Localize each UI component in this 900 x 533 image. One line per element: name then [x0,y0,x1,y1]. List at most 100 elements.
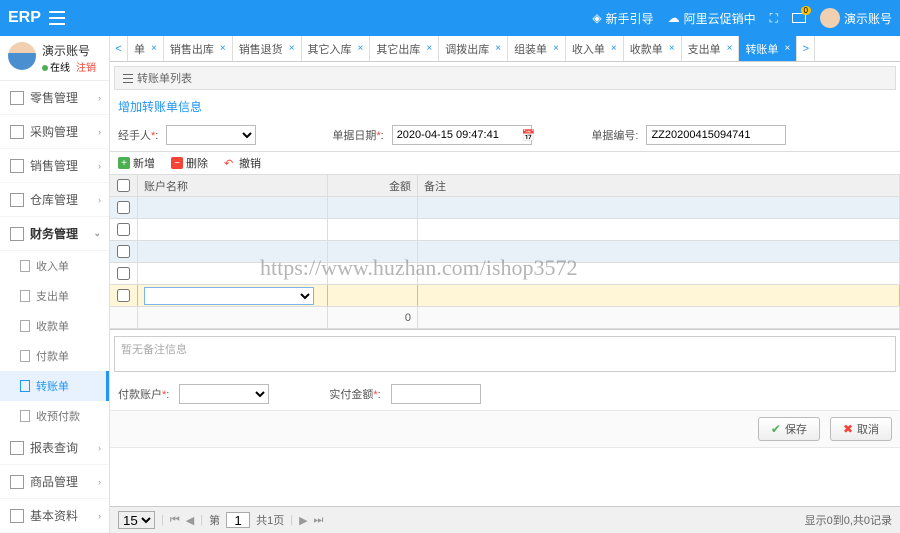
file-icon [20,410,30,422]
sidebar-item-finance[interactable]: 财务管理 ⌄ [0,217,109,251]
tab-other-in[interactable]: 其它入库 × [302,36,371,61]
chevron-right-icon: › [98,161,101,171]
sub-payment[interactable]: 付款单 [0,341,109,371]
tab-label: 其它入库 [308,41,352,57]
next-page-button[interactable]: ▶ [299,514,307,527]
sidebar-item-basic[interactable]: 基本资料› [0,499,109,533]
cancel-button[interactable]: ✖取消 [830,417,892,441]
cloud-icon: ☁ [668,11,680,25]
sub-expense[interactable]: 支出单 [0,281,109,311]
tab-receipt[interactable]: 收款单 × [624,36,682,61]
grid-row[interactable] [110,263,900,285]
billno-input[interactable] [646,125,786,145]
close-icon[interactable]: × [784,43,790,54]
sub-prepay[interactable]: 收预付款 [0,401,109,431]
undo-button[interactable]: ↶撤销 [224,155,261,171]
user-avatar-icon [8,42,36,70]
actual-amount-input[interactable] [391,384,481,404]
close-icon[interactable]: × [289,43,295,54]
payacct-label: 付款账户*: [118,386,169,402]
row-checkbox[interactable] [117,245,130,258]
page-size-select[interactable]: 15 [118,511,155,529]
operator-label: 经手人*: [118,127,158,143]
sidebar-item-warehouse[interactable]: 仓库管理› [0,183,109,217]
row-checkbox[interactable] [117,201,130,214]
delete-button[interactable]: −删除 [171,155,208,171]
cloud-promo-link[interactable]: ☁阿里云促销中 [668,10,756,27]
first-page-button[interactable]: ⏮ [170,514,180,527]
tab-sales-return[interactable]: 销售退货× [233,36,302,61]
menu-label: 商品管理 [30,473,78,490]
tab-0[interactable]: 单× [128,36,164,61]
close-icon[interactable]: × [151,43,157,54]
fullscreen-button[interactable]: ⛶ [770,11,778,26]
close-icon[interactable]: × [611,43,617,54]
sidebar-username: 演示账号 [42,42,96,59]
mail-button[interactable]: 0 [792,13,806,23]
save-button[interactable]: ✔保存 [758,417,820,441]
sub-label: 支出单 [36,288,69,304]
close-icon[interactable]: × [358,43,364,54]
close-icon[interactable]: × [727,43,733,54]
menu-toggle-icon[interactable] [49,11,65,25]
chevron-down-icon: ⌄ [93,228,101,239]
sidebar-item-sales[interactable]: 销售管理› [0,149,109,183]
calendar-icon[interactable]: 📅 [522,129,536,142]
add-button[interactable]: +新增 [118,155,155,171]
tab-bar: < 单× 销售出库× 销售退货× 其它入库× 其它出库× 调拨出库× 组装单× … [110,36,900,62]
row-checkbox[interactable] [117,223,130,236]
row-checkbox[interactable] [117,289,130,302]
col-name-header: 账户名称 [138,175,328,196]
col-amt-header: 金额 [328,175,418,196]
sidebar-item-purchase[interactable]: 采购管理› [0,115,109,149]
sub-transfer[interactable]: 转账单 [0,371,109,401]
sub-label: 转账单 [36,378,69,394]
close-icon[interactable]: × [553,43,559,54]
last-page-button[interactable]: ⏭ [314,514,324,527]
tab-transfer[interactable]: 转账单× [739,36,797,61]
sidebar-item-retail[interactable]: 零售管理› [0,81,109,115]
menu-label: 基本资料 [30,507,78,524]
close-icon[interactable]: × [495,43,501,54]
tab-other-out[interactable]: 其它出库× [370,36,439,61]
row-checkbox[interactable] [117,267,130,280]
tab-label: 收款单 [630,41,663,57]
tab-scroll-right[interactable]: > [797,36,815,61]
breadcrumb: 转账单列表 [114,66,896,90]
guide-link[interactable]: ◈新手引导 [592,10,653,27]
tab-label: 单 [134,41,145,57]
tab-income[interactable]: 收入单× [566,36,624,61]
close-icon[interactable]: × [220,43,226,54]
tab-assemble[interactable]: 组装单× [508,36,566,61]
prev-page-button[interactable]: ◀ [186,514,194,527]
tab-allocate[interactable]: 调拨出库× [439,36,508,61]
grid-row-editing[interactable] [110,285,900,307]
remark-textarea[interactable]: 暂无备注信息 [114,336,896,372]
grid-row[interactable] [110,241,900,263]
header-username: 演示账号 [844,10,892,27]
account-select[interactable] [144,287,314,305]
tab-expense[interactable]: 支出单× [682,36,740,61]
select-all-checkbox[interactable] [117,179,130,192]
logout-link[interactable]: 注销 [76,63,96,74]
grid-toolbar: +新增 −删除 ↶撤销 [110,151,900,175]
sidebar-item-goods[interactable]: 商品管理› [0,465,109,499]
avatar-icon [820,8,840,28]
doc-icon [10,193,24,207]
page-number-input[interactable] [226,512,250,528]
user-menu[interactable]: 演示账号 [820,8,892,28]
date-input[interactable] [392,125,532,145]
close-icon[interactable]: × [426,43,432,54]
grid-row[interactable] [110,219,900,241]
tab-scroll-left[interactable]: < [110,36,128,61]
operator-select[interactable] [166,125,256,145]
menu-label: 财务管理 [30,225,78,242]
tab-sales-out[interactable]: 销售出库× [164,36,233,61]
sub-receipt[interactable]: 收款单 [0,311,109,341]
payacct-select[interactable] [179,384,269,404]
list-icon [123,74,133,83]
close-icon[interactable]: × [669,43,675,54]
grid-row[interactable] [110,197,900,219]
sidebar-item-reports[interactable]: 报表查询› [0,431,109,465]
sub-income[interactable]: 收入单 [0,251,109,281]
